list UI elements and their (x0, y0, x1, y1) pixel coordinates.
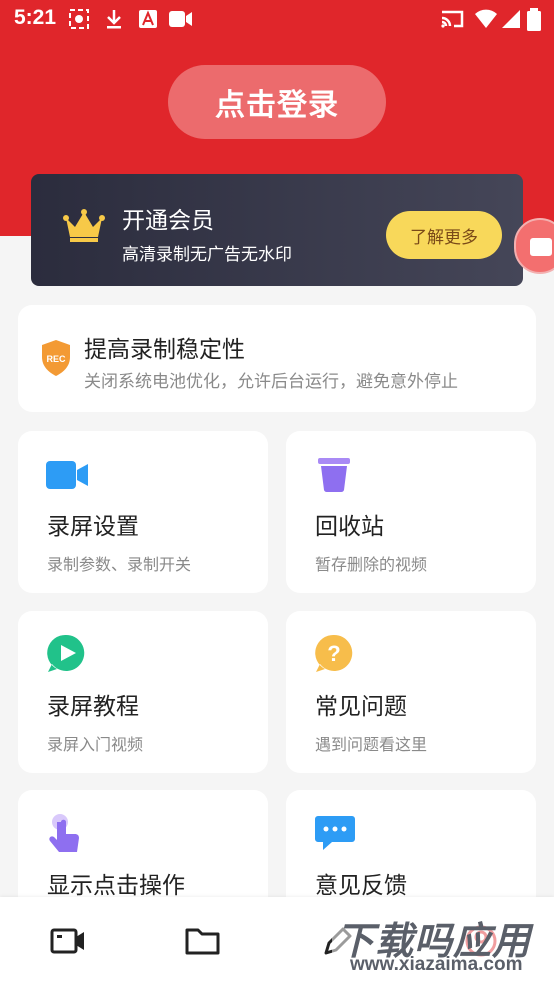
signal-icon (500, 8, 522, 35)
tile-subtitle: 录屏入门视频 (47, 735, 144, 754)
tile-title: 回收站 (315, 514, 384, 540)
watermark-logo: 下载吗应用 www.xiazaima.com (332, 906, 550, 980)
crown-icon (63, 208, 105, 248)
stability-subtitle: 关闭系统电池优化，允许后台运行，避免意外停止 (84, 372, 458, 392)
folder-tab-icon[interactable] (184, 923, 222, 959)
tile-subtitle: 暂存删除的视频 (315, 555, 428, 574)
video-tab-icon[interactable] (49, 923, 87, 959)
video-camera-icon (46, 453, 90, 497)
screen-record-icon (68, 8, 90, 35)
stability-card[interactable]: REC 提高录制稳定性 关闭系统电池优化，允许后台运行，避免意外停止 (18, 305, 536, 412)
stability-title: 提高录制稳定性 (84, 337, 245, 363)
rec-shield-icon: REC (40, 339, 72, 381)
camera-status-icon (168, 8, 194, 35)
app-a-icon (138, 8, 158, 35)
tile-subtitle: 录制参数、录制开关 (47, 555, 192, 574)
record-settings-tile[interactable]: 录屏设置 录制参数、录制开关 (18, 431, 268, 593)
vip-title: 开通会员 (122, 208, 214, 234)
svg-text:?: ? (327, 641, 340, 666)
vip-subtitle: 高清录制无广告无水印 (122, 245, 292, 265)
watermark-url: www.xiazaima.com (350, 954, 523, 975)
tile-subtitle: 遇到问题看这里 (315, 735, 428, 754)
tile-title: 录屏设置 (47, 514, 139, 540)
tap-hand-icon (46, 812, 90, 856)
learn-more-button[interactable]: 了解更多 (386, 211, 502, 259)
note-icon (530, 238, 552, 256)
cast-icon (440, 8, 466, 35)
question-icon: ? (314, 633, 358, 677)
trash-icon (314, 453, 358, 497)
floating-note-button[interactable] (514, 218, 554, 274)
tile-title: 录屏教程 (47, 694, 139, 720)
rec-icon-text: REC (46, 354, 66, 364)
status-bar: 5:21 (0, 0, 554, 38)
tile-title: 常见问题 (315, 694, 407, 720)
tutorial-tile[interactable]: 录屏教程 录屏入门视频 (18, 611, 268, 773)
battery-icon (526, 8, 542, 37)
feedback-chat-icon (314, 812, 358, 856)
tile-title: 显示点击操作 (47, 873, 185, 899)
status-time: 5:21 (14, 6, 57, 29)
recycle-bin-tile[interactable]: 回收站 暂存删除的视频 (286, 431, 536, 593)
play-icon (46, 633, 90, 677)
faq-tile[interactable]: ? 常见问题 遇到问题看这里 (286, 611, 536, 773)
wifi-icon (474, 8, 498, 35)
tile-title: 意见反馈 (315, 873, 407, 899)
download-icon (104, 8, 124, 35)
vip-membership-card[interactable]: 开通会员 高清录制无广告无水印 了解更多 (31, 174, 523, 286)
login-button[interactable]: 点击登录 (168, 65, 386, 139)
